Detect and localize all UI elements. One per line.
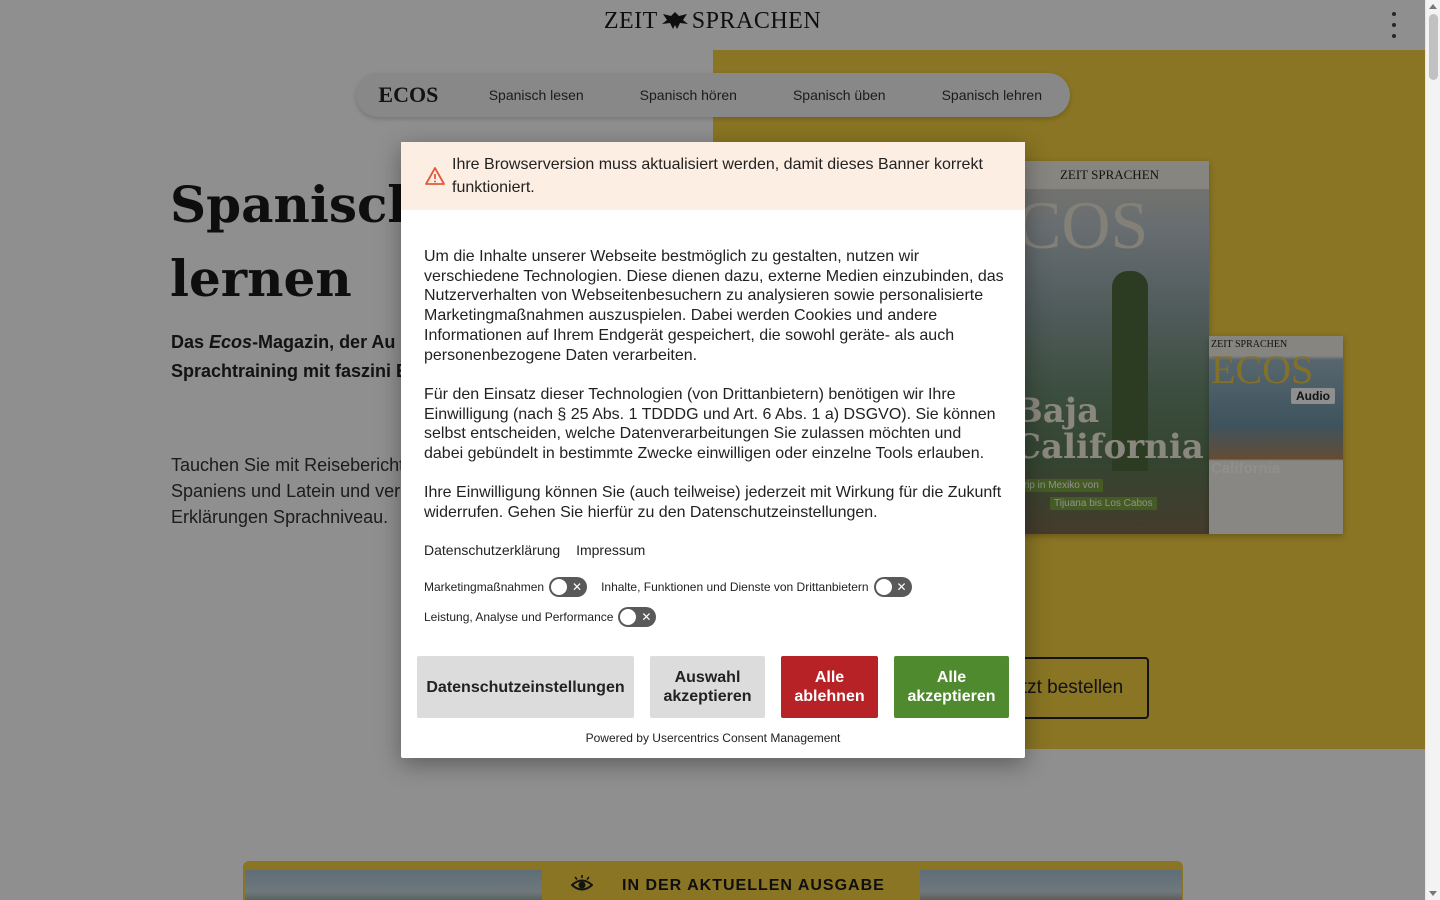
consent-links: Datenschutzerklärung Impressum <box>424 542 657 558</box>
imprint-link[interactable]: Impressum <box>576 542 645 558</box>
toggle-label-performance: Leistung, Analyse und Performance <box>424 610 614 624</box>
scroll-up-arrow-icon[interactable] <box>1429 4 1437 9</box>
toggle-off-icon: ✕ <box>896 580 907 594</box>
toggle-row-2: Leistung, Analyse und Performance ✕ <box>424 607 670 627</box>
page-scrollbar[interactable] <box>1425 0 1440 900</box>
scroll-down-arrow-icon[interactable] <box>1429 891 1437 896</box>
toggle-label-third-party: Inhalte, Funktionen und Dienste von Drit… <box>601 580 869 594</box>
consent-paragraph-1: Um die Inhalte unserer Webseite bestmögl… <box>424 248 1004 364</box>
browser-warning-text: Ihre Browserversion muss aktualisiert we… <box>452 156 983 196</box>
scroll-thumb[interactable] <box>1429 14 1438 80</box>
deny-all-button[interactable]: Alle ablehnen <box>781 656 878 718</box>
accept-selection-button[interactable]: Auswahl akzeptieren <box>650 656 765 718</box>
powered-by-text: Powered by Usercentrics Consent Manageme… <box>585 731 841 745</box>
marketing-toggle[interactable]: ✕ <box>549 577 588 597</box>
toggle-label-marketing: Marketingmaßnahmen <box>424 580 545 594</box>
consent-paragraph-2: Für den Einsatz dieser Technologien (von… <box>424 386 996 463</box>
warning-triangle-icon <box>425 167 445 185</box>
consent-dialog: Ihre Browserversion muss aktualisiert we… <box>401 142 1025 758</box>
toggle-row-1: Marketingmaßnahmen ✕ Inhalte, Funktionen… <box>424 577 926 597</box>
accept-all-button[interactable]: Alle akzeptieren <box>894 656 1009 718</box>
toggle-off-icon: ✕ <box>572 580 583 594</box>
performance-toggle[interactable]: ✕ <box>618 607 657 627</box>
consent-paragraph-3: Ihre Einwilligung können Sie (auch teilw… <box>424 484 1002 521</box>
browser-warning-banner: Ihre Browserversion muss aktualisiert we… <box>401 142 1025 210</box>
toggle-off-icon: ✕ <box>641 610 652 624</box>
privacy-settings-button[interactable]: Datenschutzeinstellungen <box>417 656 634 718</box>
third-party-toggle[interactable]: ✕ <box>873 577 912 597</box>
privacy-policy-link[interactable]: Datenschutzerklärung <box>424 542 560 558</box>
